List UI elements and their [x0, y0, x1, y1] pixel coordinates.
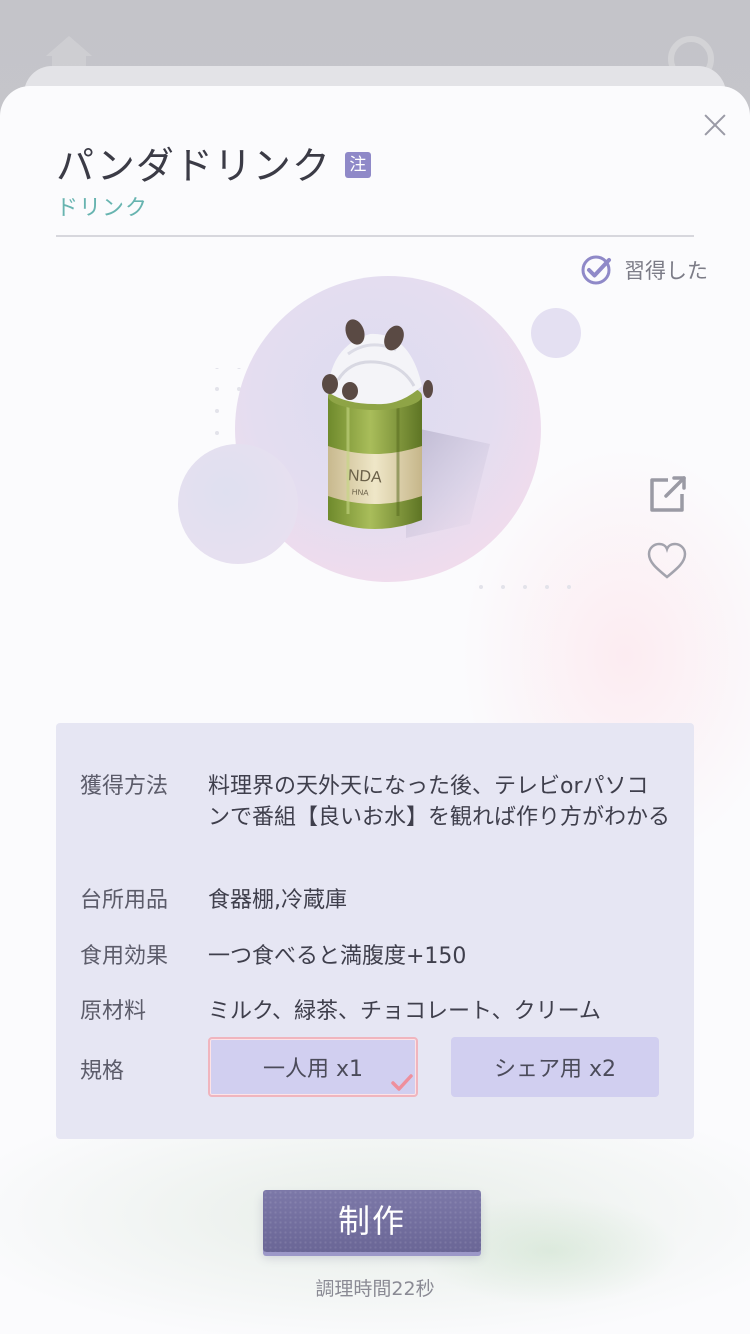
- title-row: パンダドリンク 注: [56, 138, 371, 188]
- spec-label: 規格: [80, 1059, 125, 1084]
- spec-option-label: シェア用 x2: [493, 1057, 616, 1082]
- recipe-category: ドリンク: [56, 196, 149, 221]
- info-label: 食用効果: [80, 944, 169, 969]
- cook-time: 調理時間22秒: [315, 1278, 435, 1300]
- spec-option-label: 一人用 x1: [262, 1057, 363, 1082]
- spec-option-share[interactable]: シェア用 x2: [451, 1037, 659, 1097]
- info-label: 獲得方法: [80, 774, 169, 799]
- drink-illustration: NDA HNA: [178, 276, 581, 606]
- note-badge[interactable]: 注: [344, 152, 371, 178]
- spec-option-single[interactable]: 一人用 x1: [208, 1037, 418, 1097]
- info-value: 一つ食べると満腹度+150: [208, 944, 467, 969]
- spec-row: 規格: [80, 1053, 208, 1085]
- info-label: 原材料: [80, 999, 147, 1024]
- divider: [56, 235, 694, 237]
- close-icon[interactable]: [700, 110, 730, 140]
- svg-text:HNA: HNA: [351, 487, 369, 497]
- check-icon: [391, 1074, 413, 1091]
- info-value: 料理界の天外天になった後、テレビorパソコンで番組【良いお水】を観れば作り方がわ…: [208, 774, 671, 830]
- info-value: 食器棚,冷蔵庫: [208, 888, 347, 913]
- info-row-effect: 食用効果 一つ食べると満腹度+150: [80, 941, 670, 972]
- info-row-acquisition: 獲得方法 料理界の天外天になった後、テレビorパソコンで番組【良いお水】を観れば…: [80, 771, 670, 833]
- recipe-dialog: パンダドリンク 注 ドリンク 習得した NDA HNA 獲得方法 料理界の天外天…: [0, 86, 750, 1334]
- learned-status: 習得した: [580, 254, 708, 286]
- make-button[interactable]: 制作: [263, 1190, 481, 1252]
- info-row-kitchenware: 台所用品 食器棚,冷蔵庫: [80, 885, 670, 916]
- share-icon[interactable]: [648, 474, 688, 514]
- learned-label: 習得した: [624, 259, 708, 283]
- info-value: ミルク、緑茶、チョコレート、クリーム: [208, 999, 601, 1024]
- svg-text:NDA: NDA: [347, 467, 382, 486]
- info-label: 台所用品: [80, 888, 169, 913]
- recipe-info-panel: 獲得方法 料理界の天外天になった後、テレビorパソコンで番組【良いお水】を観れば…: [56, 723, 694, 1139]
- recipe-title: パンダドリンク: [56, 143, 331, 188]
- info-row-ingredients: 原材料 ミルク、緑茶、チョコレート、クリーム: [80, 996, 670, 1027]
- heart-icon[interactable]: [646, 541, 688, 581]
